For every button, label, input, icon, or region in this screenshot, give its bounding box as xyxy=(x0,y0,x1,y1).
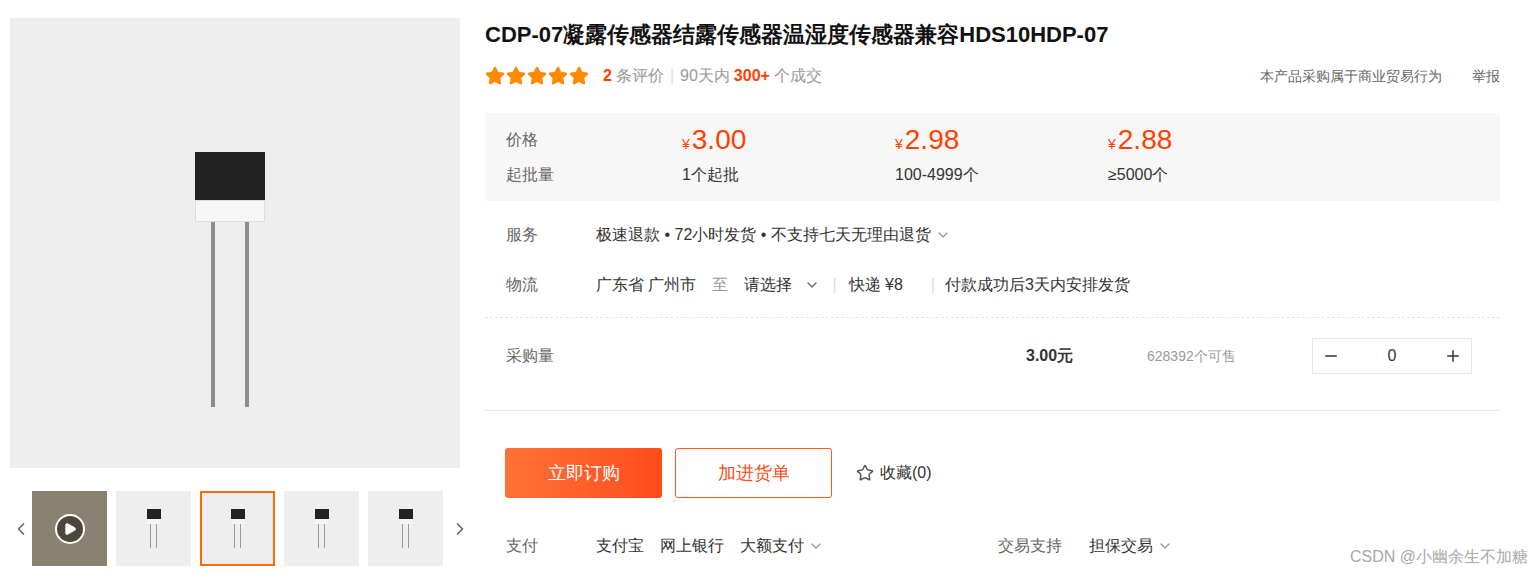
divider xyxy=(485,410,1500,411)
sensor-thumb xyxy=(147,509,161,548)
min-quantity: ≥5000个 xyxy=(1108,163,1321,187)
watermark: CSDN @小幽余生不加糖 xyxy=(1350,545,1528,569)
trade-support[interactable]: 担保交易 xyxy=(1089,534,1173,558)
star-icon xyxy=(548,66,568,86)
report-link[interactable]: 举报 xyxy=(1472,66,1500,87)
purchase-total: 3.00元 xyxy=(1026,344,1147,368)
price-tier: ¥2.98 xyxy=(895,125,1108,155)
purchase-row: 采购量3.00元628392个可售0 xyxy=(485,338,1500,374)
quantity-stepper: 0 xyxy=(1312,338,1472,374)
plus-icon[interactable] xyxy=(1435,347,1471,365)
favorite-button[interactable]: 收藏(0) xyxy=(856,461,932,485)
price-tier: ¥3.00 xyxy=(682,125,895,155)
prev-arrow-icon[interactable] xyxy=(10,519,32,539)
chevron-down-icon[interactable] xyxy=(804,277,820,293)
gallery-thumbnail[interactable] xyxy=(284,491,359,566)
product-info: CDP-07凝露传感器结露传感器温湿度传感器兼容HDS10HDP-07 2条评价|… xyxy=(485,0,1500,577)
deal-count: 300+ xyxy=(734,64,770,88)
main-photo xyxy=(10,18,460,468)
star-icon xyxy=(485,66,505,86)
gallery-thumbnail[interactable] xyxy=(116,491,191,566)
price-tier: ¥2.88 xyxy=(1108,125,1321,155)
chevron-down-icon[interactable] xyxy=(808,538,824,554)
service-row: 服务极速退款 • 72小时发货 • 不支持七天无理由退货 xyxy=(485,223,1500,247)
chevron-down-icon[interactable] xyxy=(1157,538,1173,554)
star-outline-icon xyxy=(856,464,874,482)
min-quantity: 100-4999个 xyxy=(895,163,1108,187)
sensor-thumb xyxy=(399,509,413,548)
payment-row: 支付支付宝网上银行大额支付交易支持担保交易 xyxy=(485,534,1500,558)
star-icon xyxy=(527,66,547,86)
cart-button[interactable]: 加进货单 xyxy=(675,448,832,498)
gallery-thumbnail[interactable] xyxy=(368,491,443,566)
gallery-thumbnail[interactable] xyxy=(200,491,275,566)
review-count[interactable]: 2 xyxy=(603,64,612,88)
product-page: CDP-07凝露传感器结露传感器温湿度传感器兼容HDS10HDP-07 2条评价|… xyxy=(0,0,1540,577)
payment-method[interactable]: 网上银行 xyxy=(660,534,724,558)
price-table: 价格¥3.00¥2.98¥2.88起批量1个起批100-4999个≥5000个 xyxy=(485,113,1500,201)
logistics-row: 物流广东省 广州市至请选择|快递 ¥8|付款成功后3天内安排发货 xyxy=(485,273,1500,297)
stock: 628392个可售 xyxy=(1147,346,1312,367)
play-icon xyxy=(55,514,85,544)
action-row: 立即订购加进货单收藏(0) xyxy=(505,448,1500,498)
payment-method[interactable]: 支付宝 xyxy=(596,534,644,558)
minus-icon[interactable] xyxy=(1313,347,1349,365)
next-arrow-icon[interactable] xyxy=(449,519,471,539)
thumbnail-strip xyxy=(10,491,460,566)
destination-select[interactable]: 请选择 xyxy=(744,273,820,297)
stars xyxy=(485,66,589,86)
rating-row: 2条评价|90天内300+个成交本产品采购属于商业贸易行为举报 xyxy=(485,66,1500,86)
sensor-thumb xyxy=(231,509,245,548)
star-icon xyxy=(506,66,526,86)
dashed-divider xyxy=(485,317,1500,318)
product-title: CDP-07凝露传感器结露传感器温湿度传感器兼容HDS10HDP-07 xyxy=(485,20,1500,50)
service-text[interactable]: 极速退款 • 72小时发货 • 不支持七天无理由退货 xyxy=(596,223,931,247)
gallery-thumbnail[interactable] xyxy=(32,491,107,566)
star-icon xyxy=(569,66,589,86)
min-quantity: 1个起批 xyxy=(682,163,895,187)
gallery xyxy=(0,0,485,577)
quantity-input[interactable]: 0 xyxy=(1349,344,1435,368)
buy-button[interactable]: 立即订购 xyxy=(505,448,662,498)
sensor-thumb xyxy=(315,509,329,548)
payment-method[interactable]: 大额支付 xyxy=(740,534,824,558)
chevron-down-icon[interactable] xyxy=(935,227,951,243)
